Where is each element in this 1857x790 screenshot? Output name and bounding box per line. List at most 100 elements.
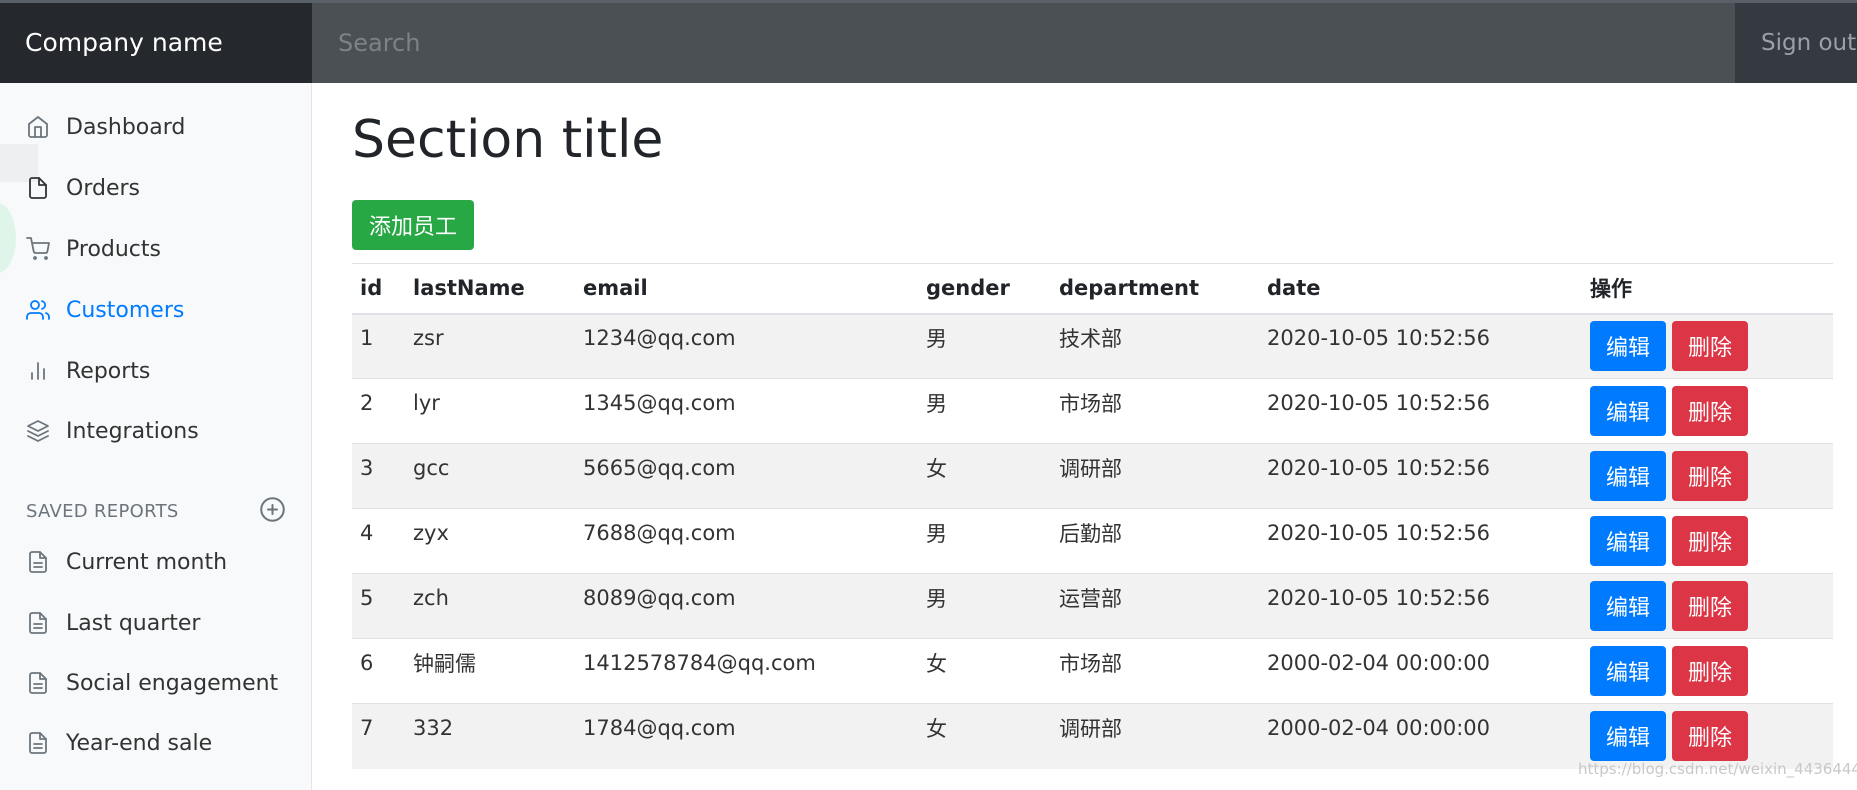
cell-department: 调研部: [1051, 703, 1259, 769]
watermark: https://blog.csdn.net/weixin_44364444: [1578, 760, 1857, 778]
edit-button[interactable]: 编辑: [1590, 386, 1666, 436]
cell-lastname: zsr: [405, 313, 575, 379]
saved-report-year-end-sale[interactable]: Year-end sale: [0, 721, 311, 765]
file-text-icon: [29, 612, 47, 634]
cell-email-text: 1234@qq.com: [583, 326, 736, 351]
page-title: Section title: [352, 110, 664, 170]
cell-department-text: 运营部: [1059, 587, 1122, 611]
users-icon: [26, 300, 50, 320]
sidebar-item-integrations[interactable]: Integrations: [0, 409, 311, 453]
cell-lastname-text: gcc: [413, 456, 450, 480]
cell-id-text: 2: [360, 391, 374, 415]
cell-lastname-text: zch: [413, 586, 449, 610]
edit-button[interactable]: 编辑: [1590, 321, 1666, 372]
cell-email: 1784@qq.com: [575, 703, 918, 769]
search-input[interactable]: [312, 3, 1735, 83]
delete-button[interactable]: 删除: [1672, 516, 1748, 566]
sidebar-item-label: Orders: [66, 175, 140, 201]
delete-button[interactable]: 删除: [1672, 451, 1748, 501]
table-row: 2 lyr 1345@qq.com 男 市场部 2020-10-05 10:52:56 编辑…: [352, 378, 1833, 444]
sidebar-item-label: Reports: [66, 358, 151, 384]
header-date: date: [1259, 263, 1582, 315]
cell-email: 8089@qq.com: [575, 573, 918, 639]
file-text-icon: [29, 672, 47, 694]
sidebar-item-label: Integrations: [66, 418, 199, 444]
cell-id: 3: [352, 443, 405, 509]
header-department: department: [1051, 263, 1259, 315]
brand-name[interactable]: Company name: [0, 3, 312, 83]
cell-date: 2020-10-05 10:52:56: [1259, 573, 1582, 639]
cell-email: 1345@qq.com: [575, 378, 918, 444]
cell-id: 1: [352, 313, 405, 379]
cell-gender: 女: [918, 443, 1051, 509]
cell-id-text: 1: [360, 326, 374, 351]
cell-lastname: zyx: [405, 508, 575, 574]
edit-button[interactable]: 编辑: [1590, 516, 1666, 566]
cell-id: 5: [352, 573, 405, 639]
cell-id: 7: [352, 703, 405, 769]
cell-id-text: 5: [360, 586, 374, 610]
delete-button[interactable]: 删除: [1672, 321, 1748, 372]
cell-email-text: 7688@qq.com: [583, 521, 736, 545]
file-icon: [29, 177, 47, 199]
cell-lastname: 钟嗣儒: [405, 638, 575, 704]
cell-email-text: 1345@qq.com: [583, 391, 736, 415]
edit-button[interactable]: 编辑: [1590, 711, 1666, 762]
delete-button[interactable]: 删除: [1672, 581, 1748, 631]
sidebar-item-customers[interactable]: Customers: [0, 288, 311, 332]
table-row: 3 gcc 5665@qq.com 女 调研部 2020-10-05 10:52:56 编辑…: [352, 443, 1833, 509]
cell-date: 2020-10-05 10:52:56: [1259, 378, 1582, 444]
edit-button[interactable]: 编辑: [1590, 646, 1666, 696]
cell-actions: 编辑 删除: [1582, 378, 1833, 444]
sidebar-item-label: Customers: [66, 297, 185, 323]
cell-gender-text: 男: [926, 392, 947, 416]
cell-gender-text: 女: [926, 717, 947, 742]
file-text-icon: [29, 732, 47, 754]
saved-report-last-quarter[interactable]: Last quarter: [0, 601, 311, 645]
cell-date-text: 2020-10-05 10:52:56: [1267, 586, 1491, 610]
sidebar-item-dashboard[interactable]: Dashboard: [0, 105, 311, 149]
sidebar-item-label: Products: [66, 236, 161, 262]
saved-report-current-month[interactable]: Current month: [0, 540, 311, 584]
saved-report-label: Year-end sale: [66, 730, 213, 756]
delete-button[interactable]: 删除: [1672, 646, 1748, 696]
edit-button[interactable]: 编辑: [1590, 581, 1666, 631]
table-row: 7 332 1784@qq.com 女 调研部 2000-02-04 00:00:00 编辑…: [352, 703, 1833, 769]
plus-circle-icon[interactable]: [259, 496, 286, 523]
saved-report-social-engagement[interactable]: Social engagement: [0, 661, 311, 705]
sidebar-item-products[interactable]: Products: [0, 227, 311, 271]
table-row: 6 钟嗣儒 1412578784@qq.com 女 市场部 2000-02-04 00:0…: [352, 638, 1833, 704]
saved-report-label: Social engagement: [66, 670, 279, 696]
header-id: id: [352, 263, 405, 315]
add-employee-button[interactable]: 添加员工: [352, 200, 474, 250]
sidebar: Dashboard Orders Products Customers Repo…: [0, 83, 312, 790]
cell-department: 市场部: [1051, 638, 1259, 704]
cell-department-text: 调研部: [1059, 457, 1122, 481]
cell-email: 7688@qq.com: [575, 508, 918, 574]
saved-reports-heading: SAVED REPORTS: [26, 501, 179, 522]
sign-out-link[interactable]: Sign out: [1735, 3, 1857, 83]
shopping-cart-icon: [26, 237, 50, 260]
sidebar-item-orders[interactable]: Orders: [0, 166, 311, 210]
cell-actions: 编辑 删除: [1582, 638, 1833, 704]
cell-id-text: 7: [360, 716, 374, 741]
cell-lastname: 332: [405, 703, 575, 769]
edit-button[interactable]: 编辑: [1590, 451, 1666, 501]
cell-gender: 女: [918, 703, 1051, 769]
cell-department-text: 市场部: [1059, 652, 1122, 676]
cell-email-text: 5665@qq.com: [583, 456, 736, 480]
sidebar-item-reports[interactable]: Reports: [0, 349, 311, 393]
cell-lastname-text: zsr: [413, 326, 444, 351]
file-text-icon: [29, 551, 47, 573]
cell-date-text: 2020-10-05 10:52:56: [1267, 521, 1491, 545]
cell-email-text: 8089@qq.com: [583, 586, 736, 610]
cell-department-text: 后勤部: [1059, 522, 1122, 546]
delete-button[interactable]: 删除: [1672, 711, 1748, 762]
delete-button[interactable]: 删除: [1672, 386, 1748, 436]
top-navbar: Company name Sign out: [0, 0, 1857, 83]
cell-id: 6: [352, 638, 405, 704]
cell-id: 2: [352, 378, 405, 444]
cell-date: 2020-10-05 10:52:56: [1259, 443, 1582, 509]
cell-lastname-text: zyx: [413, 521, 449, 545]
cell-date-text: 2020-10-05 10:52:56: [1267, 326, 1491, 351]
